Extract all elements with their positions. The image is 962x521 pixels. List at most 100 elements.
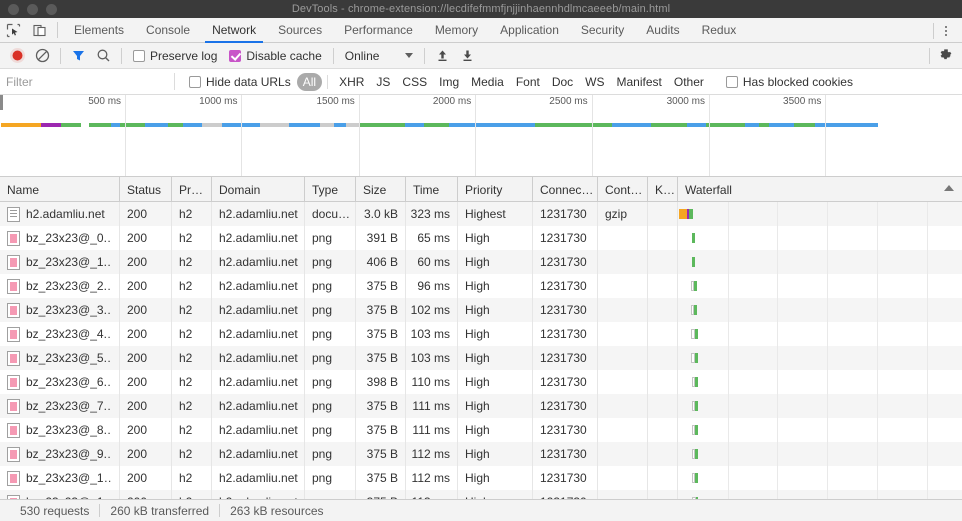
cell-protocol: h2 [172,202,212,226]
column-header-connec[interactable]: Connec… [533,177,598,202]
type-filter-doc[interactable]: Doc [546,73,579,91]
search-icon[interactable] [91,44,116,68]
gear-icon[interactable] [937,47,954,69]
throttling-dropdown[interactable]: Online [339,49,420,63]
tab-sources[interactable]: Sources [267,18,333,43]
close-window-button[interactable] [8,3,19,15]
cell-priority: High [458,466,533,490]
table-row[interactable]: bz_23x23@_2.… 200 h2 h2.adamliu.net png 375 B… [0,274,962,298]
column-header-name[interactable]: Name [0,177,120,202]
cell-priority: High [458,274,533,298]
waterfall-cell [678,442,962,466]
column-header-pr[interactable]: Pr… [172,177,212,202]
table-row[interactable]: bz_23x23@_0.… 200 h2 h2.adamliu.net png 391 B… [0,226,962,250]
tab-application[interactable]: Application [489,18,570,43]
tab-elements[interactable]: Elements [63,18,135,43]
tab-label: Application [500,23,559,37]
tab-console[interactable]: Console [135,18,201,43]
cell-size: 375 B [356,466,406,490]
resources-size: 263 kB resources [230,503,324,518]
waterfall-gridline [777,250,779,274]
device-toolbar-icon[interactable] [26,18,52,42]
type-filter-font[interactable]: Font [510,73,546,91]
sort-ascending-arrow[interactable] [944,185,954,191]
type-filter-css[interactable]: CSS [396,73,433,91]
table-row[interactable]: bz_23x23@_4.… 200 h2 h2.adamliu.net png 375 B… [0,322,962,346]
minimize-window-button[interactable] [27,3,38,15]
timeline-tick-label: 1500 ms [316,96,355,107]
blocked-cookies-box[interactable] [725,75,738,88]
more-tabs-icon[interactable] [936,18,956,43]
table-row[interactable]: bz_23x23@_1…200h2h2.adamliu.netpng375 B1… [0,490,962,499]
overview-band [120,123,146,127]
cell-k [648,226,678,250]
waterfall-bar [695,497,699,499]
table-row[interactable]: bz_23x23@_1…200h2h2.adamliu.netpng375 B1… [0,466,962,490]
preserve-log-box[interactable] [133,49,145,62]
type-filter-img[interactable]: Img [433,73,465,91]
column-header-domain[interactable]: Domain [212,177,305,202]
maximize-window-button[interactable] [46,3,57,15]
cell-name: bz_23x23@_5.… [0,346,120,370]
column-header-time[interactable]: Time [406,177,458,202]
column-header-status[interactable]: Status [120,177,172,202]
hide-data-urls-box[interactable] [189,75,201,88]
disable-cache-box[interactable] [229,49,242,62]
export-har-icon[interactable] [455,44,480,68]
column-header-label: Status [127,182,162,197]
type-filter-all[interactable]: All [296,72,323,91]
table-row[interactable]: bz_23x23@_9.… 200 h2 h2.adamliu.net png 375 B… [0,442,962,466]
window-controls[interactable] [0,3,57,15]
blocked-cookies-checkbox[interactable]: Has blocked cookies [720,75,859,89]
timeline-tick-label: 500 ms [88,96,122,107]
table-row[interactable]: bz_23x23@_7.… 200 h2 h2.adamliu.net png 375 B… [0,394,962,418]
cell-priority: High [458,250,533,274]
table-row[interactable]: bz_23x23@_8.… 200 h2 h2.adamliu.net png 375 B… [0,418,962,442]
type-filter-media[interactable]: Media [465,73,510,91]
preserve-log-checkbox[interactable]: Preserve log [127,49,223,63]
network-overview[interactable]: 500 ms 1000 ms 1500 ms 2000 ms 2500 ms 3000 m… [0,95,962,177]
column-header-k[interactable]: K… [648,177,678,202]
timeline-gridline [125,95,127,176]
inspect-element-icon[interactable] [0,18,26,42]
filter-funnel-icon[interactable] [66,44,91,68]
table-row[interactable]: bz_23x23@_6.… 200 h2 h2.adamliu.net png 398 B… [0,370,962,394]
chevron-down-icon [405,53,414,58]
table-row[interactable]: bz_23x23@_5.… 200 h2 h2.adamliu.net png 375 B… [0,346,962,370]
table-row[interactable]: bz_23x23@_3.… 200 h2 h2.adamliu.net png 375 B… [0,298,962,322]
column-header-type[interactable]: Type [305,177,356,202]
column-header-waterfall[interactable]: Waterfall [678,177,962,202]
waterfall-gridline [727,226,729,250]
record-button-icon[interactable] [5,44,30,68]
tab-audits[interactable]: Audits [635,18,690,43]
tab-memory[interactable]: Memory [424,18,489,43]
import-har-icon[interactable] [430,44,455,68]
disable-cache-checkbox[interactable]: Disable cache [223,49,327,63]
column-header-size[interactable]: Size [356,177,406,202]
overview-left-handle[interactable] [0,95,3,110]
cell-k [648,322,678,346]
cell-time: 103 ms [406,322,458,346]
cell-status: 200 [120,466,172,490]
panel-tab-bar: Elements Console Network Sources Performance… [0,18,962,43]
cell-content [598,394,648,418]
column-header-priority[interactable]: Priority [458,177,533,202]
table-row[interactable]: h2.adamliu.net 200 h2 h2.adamliu.net docu… 3.… [0,202,962,226]
tab-performance[interactable]: Performance [333,18,424,43]
hide-data-urls-checkbox[interactable]: Hide data URLs [183,75,297,89]
type-filter-xhr[interactable]: XHR [333,73,370,91]
blocked-cookies-label: Has blocked cookies [742,74,853,89]
tab-redux[interactable]: Redux [691,18,748,43]
image-file-icon [7,302,20,318]
tab-network[interactable]: Network [201,18,267,43]
table-row[interactable]: bz_23x23@_1.… 200 h2 h2.adamliu.net png 406 B… [0,250,962,274]
type-filter-ws[interactable]: WS [579,73,610,91]
type-filter-js[interactable]: JS [370,73,396,91]
filter-input[interactable] [6,72,166,91]
type-filter-manifest[interactable]: Manifest [611,73,668,91]
type-filter-other[interactable]: Other [668,73,710,91]
cell-domain: h2.adamliu.net [212,322,305,346]
column-header-cont[interactable]: Cont… [598,177,648,202]
clear-icon[interactable] [30,44,55,68]
tab-security[interactable]: Security [570,18,635,43]
